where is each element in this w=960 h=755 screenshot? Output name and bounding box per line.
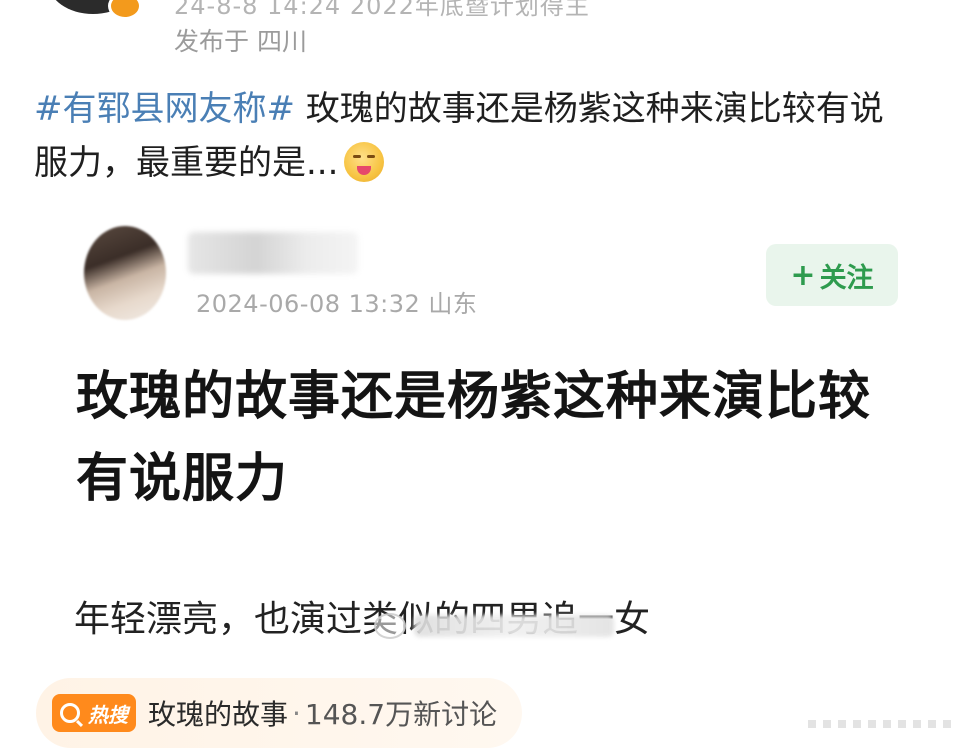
follow-label: 关注 [819, 262, 874, 294]
screenshot-title: 玫瑰的故事还是杨紫这种来演比较有说服力 [76, 367, 872, 509]
publish-location: 发布于 四川 [174, 27, 307, 56]
blurred-username [188, 232, 358, 274]
hot-topic: 玫瑰的故事 [148, 698, 289, 731]
hashtag-link[interactable]: #有郓县网友称# [34, 89, 295, 129]
post-meta: 24-8-8 14:24 2022年底暨计划得主 [174, 0, 590, 20]
watermark-dots [808, 720, 951, 728]
hot-badge-label: 热搜 [88, 702, 128, 727]
post-date-location: 2024-06-08 13:32 山东 [196, 290, 478, 318]
hot-separator: · [292, 696, 301, 730]
plus-icon: + [790, 257, 816, 293]
hot-search-bar[interactable]: 热搜 玫瑰的故事 · 148.7万新讨论 [36, 678, 522, 748]
verified-badge-icon [108, 0, 142, 20]
embedded-screenshot[interactable]: 2024-06-08 13:32 山东 + 关注 玫瑰的故事还是杨紫这种来演比较… [30, 204, 934, 755]
hot-search-badge: 热搜 [52, 694, 136, 732]
follow-button[interactable]: + 关注 [766, 244, 898, 306]
search-icon [60, 703, 80, 723]
blurred-watermark-text [414, 615, 614, 637]
weibo-watermark [374, 610, 624, 642]
blurred-avatar [84, 226, 166, 320]
weibo-logo-icon [374, 613, 406, 639]
post-body: #有郓县网友称# 玫瑰的故事还是杨紫这种来演比较有说服力，最重要的是... [34, 82, 914, 190]
hot-discussion-count: 148.7万新讨论 [304, 698, 498, 731]
smirk-emoji-icon [344, 142, 385, 182]
